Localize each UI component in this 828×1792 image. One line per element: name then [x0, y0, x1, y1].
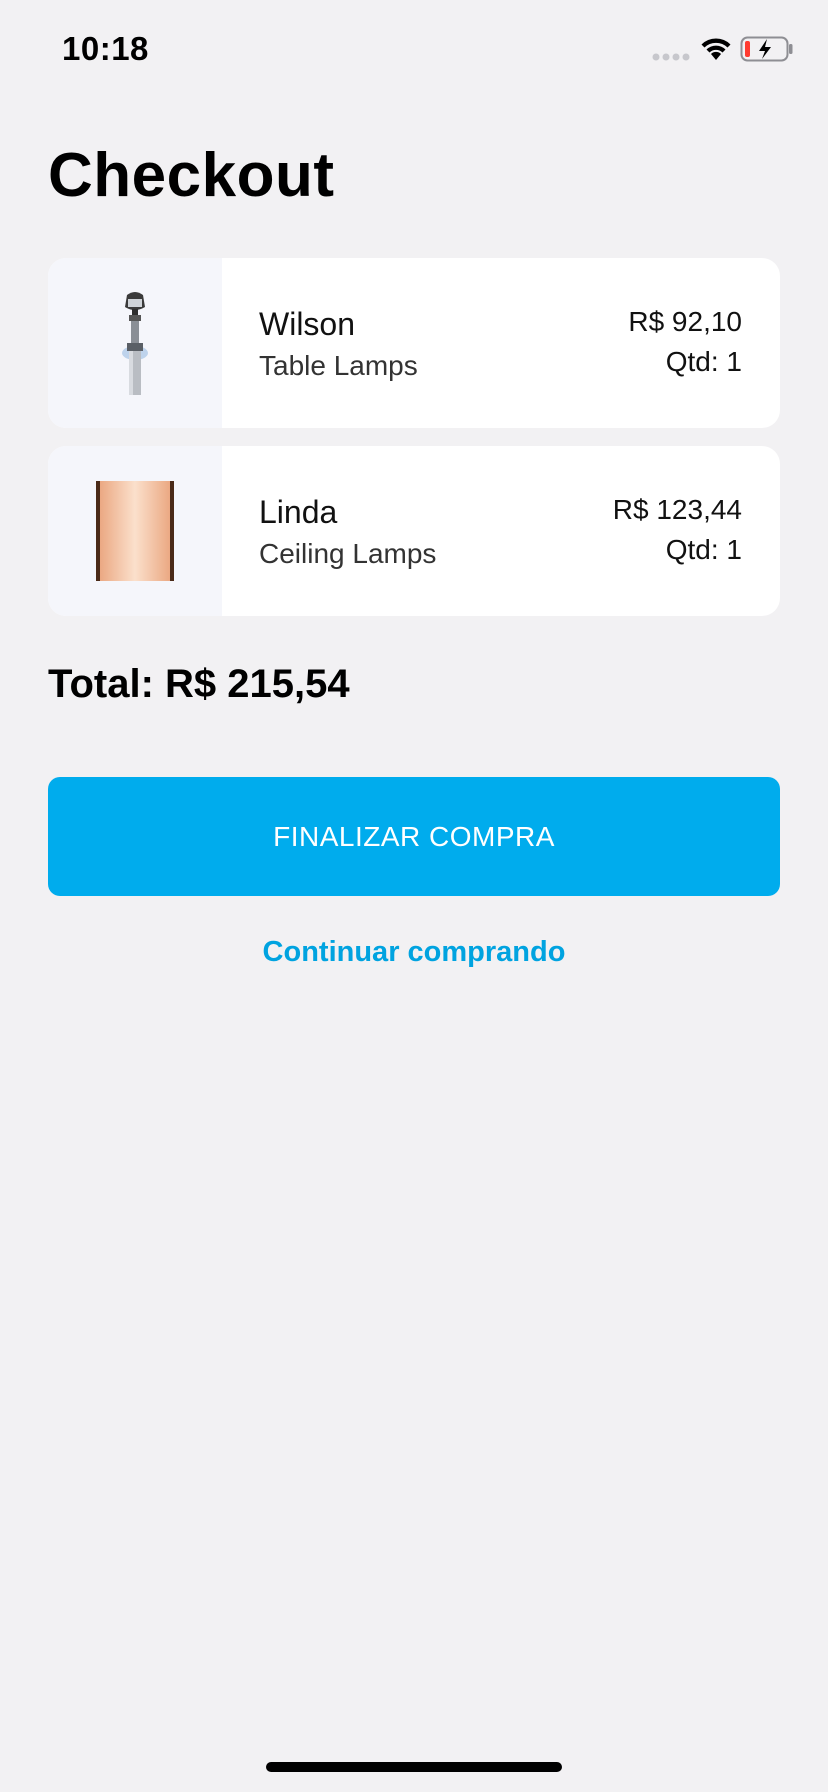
- page-title: Checkout: [48, 141, 335, 210]
- panel-lamp-image: [96, 481, 174, 581]
- status-bar: 10:18: [0, 0, 828, 100]
- product-thumbnail: [48, 446, 222, 616]
- checkout-screen: 10:18 Checkout Wilson Table Lamps R$ 92,…: [0, 0, 828, 1792]
- item-quantity: Qtd: 1: [665, 346, 742, 377]
- item-category: Table Lamps: [259, 350, 418, 381]
- battery-charging-icon: [740, 36, 793, 62]
- item-name: Linda: [259, 494, 338, 530]
- item-price: R$ 123,44: [612, 494, 742, 525]
- home-indicator[interactable]: [266, 1762, 562, 1772]
- status-time: 10:18: [62, 30, 149, 67]
- item-price: R$ 92,10: [628, 306, 742, 337]
- checkout-button[interactable]: FINALIZAR COMPRA: [48, 777, 780, 896]
- cart-item[interactable]: Linda Ceiling Lamps R$ 123,44 Qtd: 1: [48, 446, 780, 616]
- continue-shopping-link[interactable]: Continuar comprando: [0, 936, 828, 969]
- street-lamp-image: [122, 292, 148, 395]
- item-name: Wilson: [259, 306, 356, 342]
- cart-list: Wilson Table Lamps R$ 92,10 Qtd: 1 Linda…: [48, 258, 780, 634]
- product-thumbnail: [48, 258, 222, 428]
- order-total: Total: R$ 215,54: [48, 662, 350, 706]
- item-quantity: Qtd: 1: [665, 534, 742, 565]
- item-category: Ceiling Lamps: [259, 538, 437, 569]
- signal-icon: [652, 53, 690, 61]
- cart-item[interactable]: Wilson Table Lamps R$ 92,10 Qtd: 1: [48, 258, 780, 428]
- wifi-icon: [701, 38, 731, 60]
